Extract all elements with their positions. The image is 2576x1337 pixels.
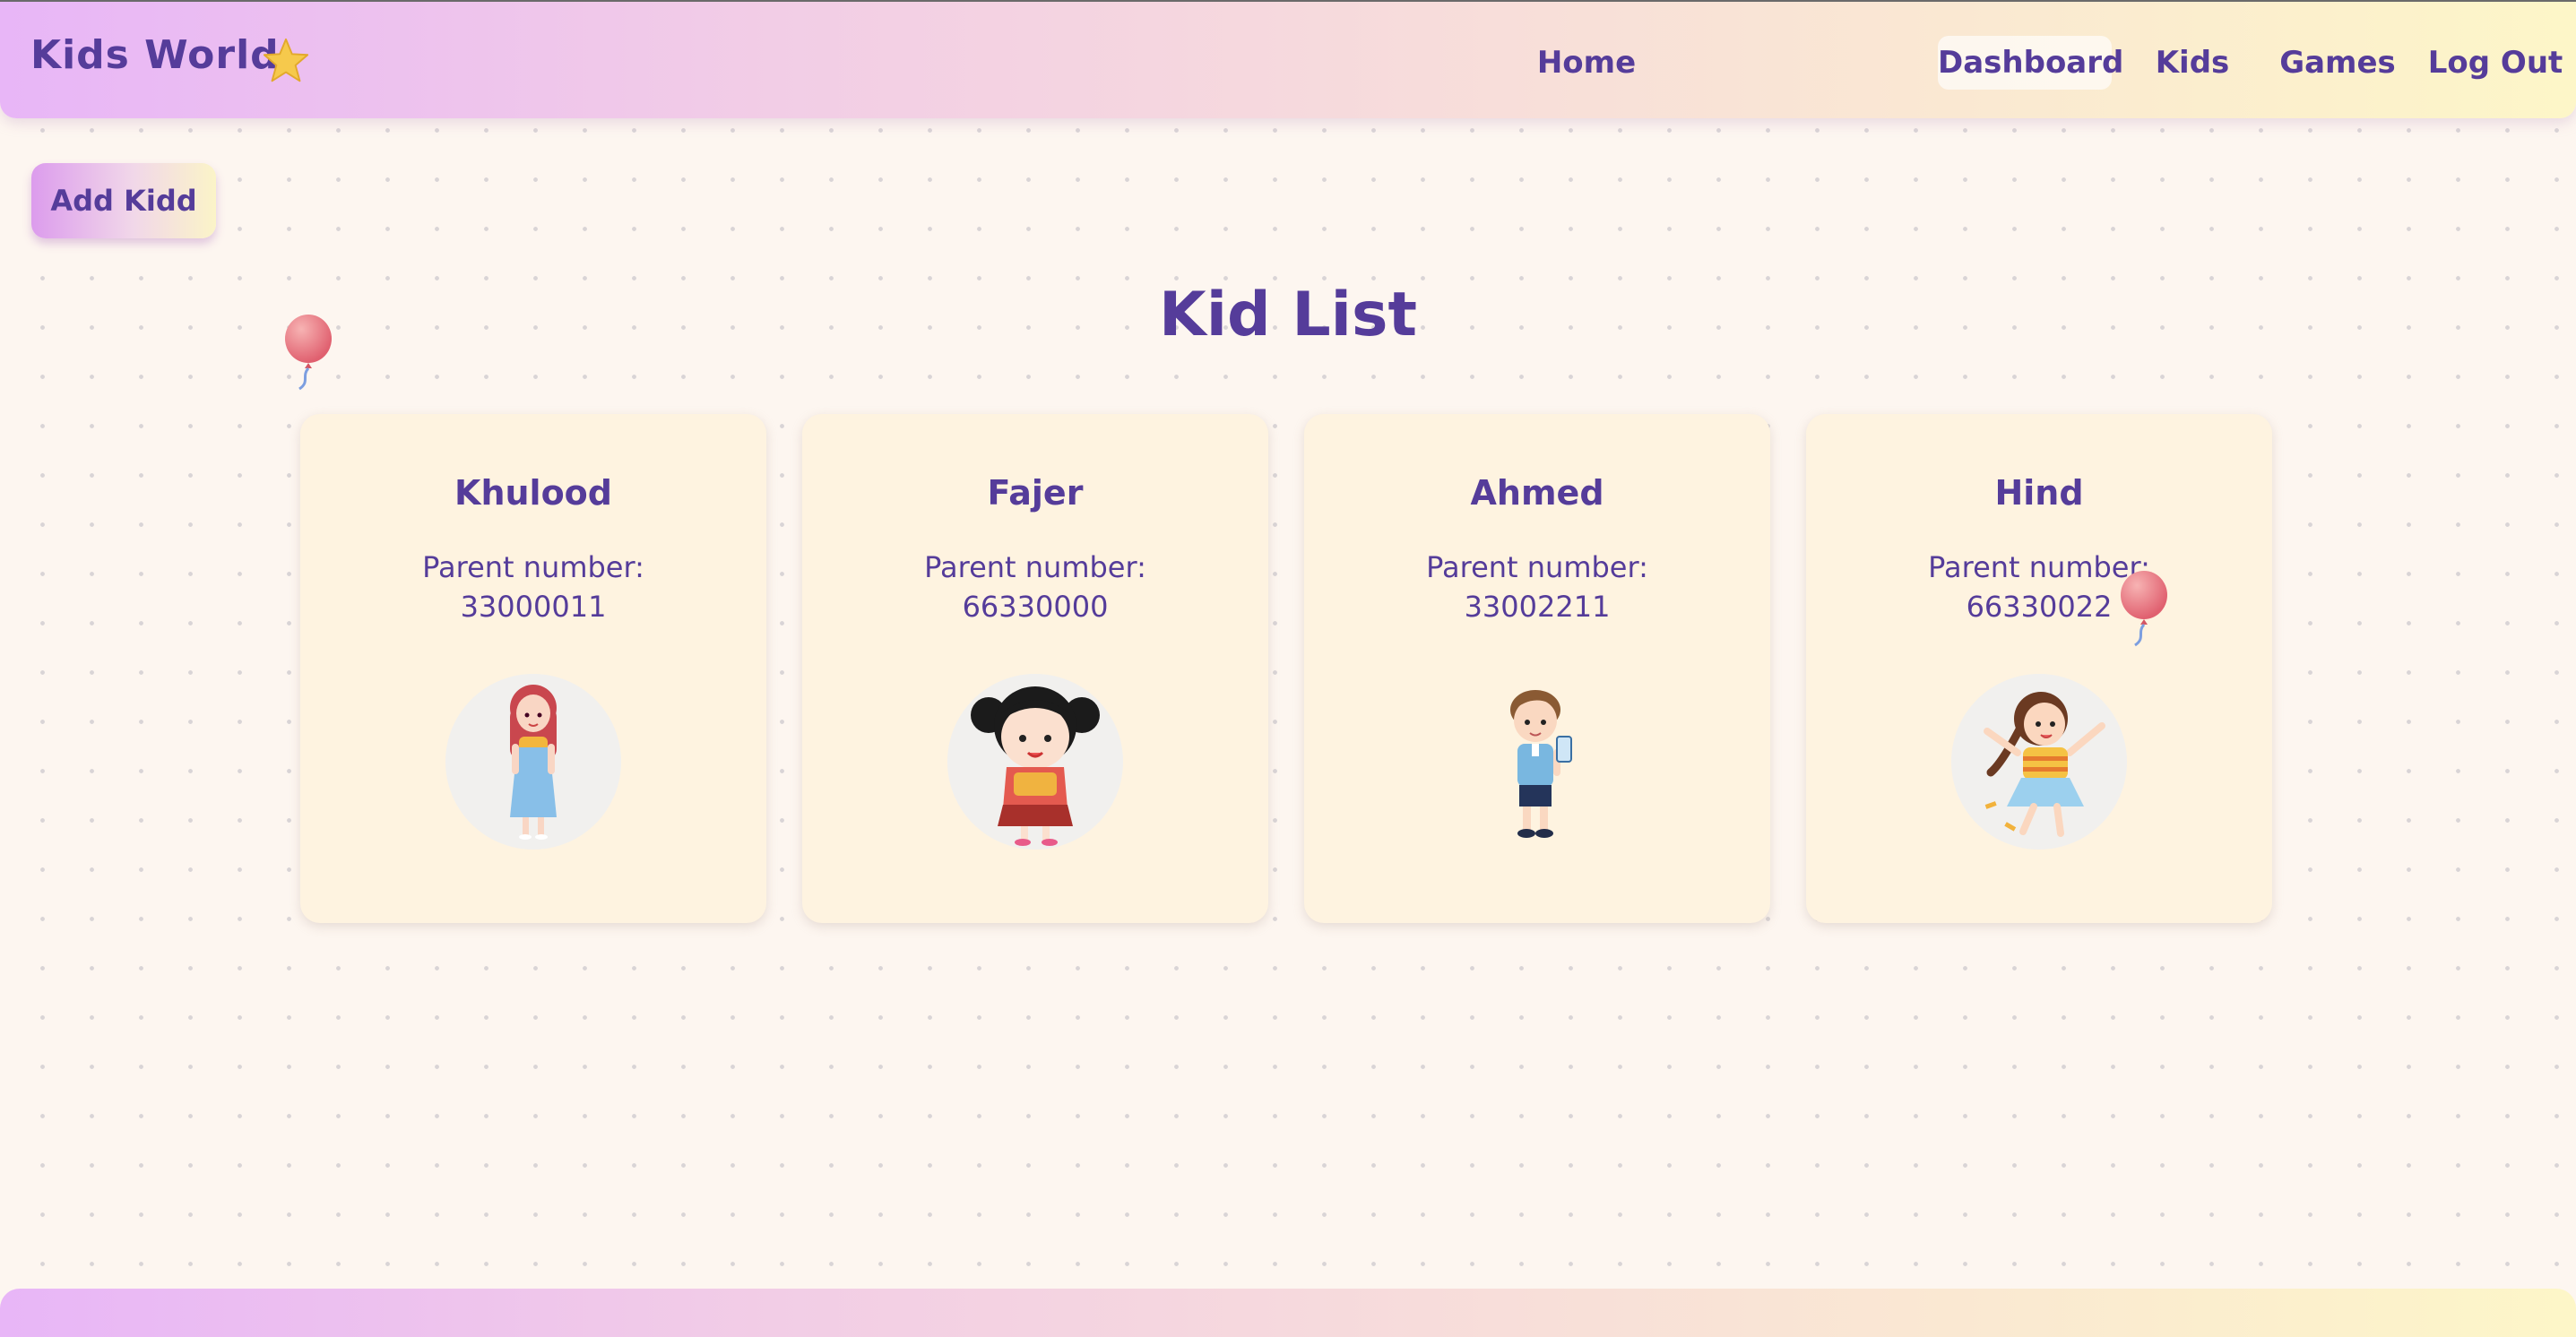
parent-number-label: Parent number: <box>1426 550 1648 584</box>
boy-phone-icon <box>1449 674 1625 850</box>
nav-dashboard[interactable]: Dashboard <box>1938 36 2123 90</box>
page-title: Kid List <box>1159 280 1417 350</box>
nav-games[interactable]: Games <box>2275 36 2400 90</box>
girl-blue-dress-icon <box>445 674 621 850</box>
star-icon <box>263 38 309 82</box>
parent-number-value: 66330022 <box>1966 590 2113 624</box>
nav-home[interactable]: Home <box>1524 36 1649 90</box>
footer-bar <box>0 1289 2576 1337</box>
kid-name: Khulood <box>454 473 612 513</box>
parent-number-value: 66330000 <box>962 590 1109 624</box>
parent-number-value: 33002211 <box>1464 590 1611 624</box>
parent-number-label: Parent number: <box>924 550 1146 584</box>
kid-name: Fajer <box>987 473 1084 513</box>
top-navbar: Kids World Home Dashboard Kids Games Log… <box>0 0 2576 118</box>
add-kid-button[interactable]: Add Kidd <box>31 163 216 238</box>
girl-jumping-icon <box>1951 674 2127 850</box>
parent-number-label: Parent number: <box>1928 550 2150 584</box>
balloon-icon <box>2121 571 2167 647</box>
girl-pigtails-icon <box>947 674 1123 850</box>
parent-number-label: Parent number: <box>422 550 644 584</box>
kid-name: Ahmed <box>1470 473 1604 513</box>
kid-name: Hind <box>1994 473 2084 513</box>
brand-title[interactable]: Kids World <box>30 32 280 78</box>
balloon-icon <box>285 315 332 391</box>
parent-number-value: 33000011 <box>460 590 607 624</box>
nav-kids[interactable]: Kids <box>2143 36 2242 90</box>
nav-logout[interactable]: Log Out <box>2419 36 2572 90</box>
